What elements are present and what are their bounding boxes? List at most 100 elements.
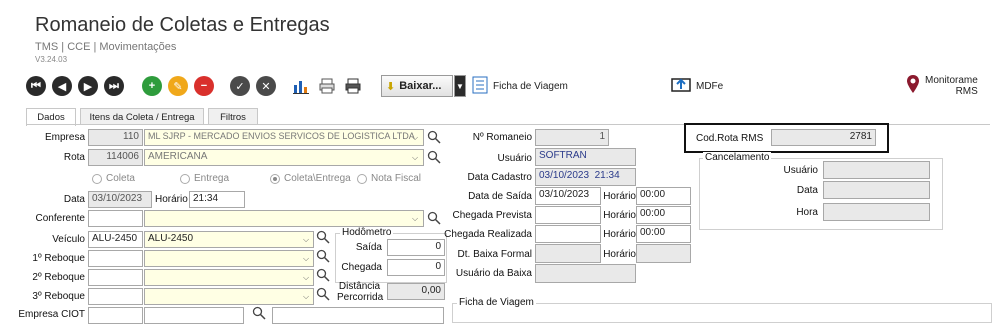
distancia-field[interactable]: 0,00: [387, 283, 445, 300]
radio-coleta[interactable]: Coleta: [92, 173, 135, 184]
reboque2-select[interactable]: [144, 269, 314, 286]
chevron-down-icon[interactable]: ⌵: [301, 235, 311, 245]
search-icon[interactable]: [252, 306, 266, 320]
edit-icon[interactable]: ✎: [168, 76, 188, 96]
rota-label: Rota: [63, 152, 85, 163]
reboque2-label: 2º Reboque: [32, 272, 85, 283]
chevron-down-icon[interactable]: ⌵: [301, 254, 311, 264]
reboque3-select[interactable]: [144, 288, 314, 305]
empresa-ciot-field[interactable]: [144, 307, 244, 324]
empresa-code-field[interactable]: 110: [88, 129, 143, 146]
chevron-down-icon[interactable]: ⌵: [410, 214, 420, 224]
reboque3-label: 3º Reboque: [32, 291, 85, 302]
usuario-baixa-field[interactable]: [535, 264, 636, 283]
add-icon[interactable]: +: [142, 76, 162, 96]
empresa-ciot-label: Empresa CIOT: [18, 309, 85, 320]
reboque1-label: 1º Reboque: [32, 253, 85, 264]
veiculo-label: Veículo: [52, 234, 85, 245]
veiculo-select[interactable]: ALU-2450: [144, 231, 314, 248]
radio-nota-fiscal[interactable]: Nota Fiscal: [357, 173, 421, 184]
empresa-label: Empresa: [44, 132, 85, 143]
empresa-name-select[interactable]: ML SJRP - MERCADO ENVIOS SERVICOS DE LOG…: [144, 129, 424, 146]
data-cadastro-label: Data Cadastro: [467, 172, 532, 183]
rota-code-field[interactable]: 114006: [88, 149, 143, 166]
baixar-button[interactable]: ⬇ Baixar...: [381, 75, 453, 97]
baixar-dropdown-arrow[interactable]: ▼: [454, 75, 466, 97]
horario-saida-field[interactable]: 00:00: [636, 187, 691, 205]
print-preview-icon[interactable]: [316, 76, 338, 96]
cancelamento-usuario-label: Usuário: [783, 165, 818, 176]
cancelamento-usuario-field[interactable]: [823, 161, 930, 179]
next-record-icon[interactable]: ▶: [78, 76, 98, 96]
conferente-select[interactable]: [144, 210, 424, 227]
chevron-down-icon[interactable]: ⌵: [410, 133, 420, 143]
download-icon: ⬇: [386, 80, 396, 93]
empresa-ciot-code-field[interactable]: [88, 307, 143, 324]
empresa-ciot-name-field[interactable]: [272, 307, 444, 324]
baixar-label: Baixar...: [399, 80, 442, 92]
breadcrumb: TMS | CCE | Movimentações: [35, 41, 177, 53]
delete-icon[interactable]: −: [194, 76, 214, 96]
cancelamento-data-field[interactable]: [823, 181, 930, 199]
search-icon[interactable]: [316, 249, 330, 263]
search-icon[interactable]: [427, 211, 441, 225]
veiculo-code-field[interactable]: ALU-2450: [88, 231, 143, 248]
search-icon[interactable]: [316, 268, 330, 282]
search-icon[interactable]: [427, 150, 441, 164]
confirm-icon[interactable]: ✓: [230, 76, 250, 96]
monitoramento-button[interactable]: Monitorame RMS: [906, 74, 978, 97]
mdfe-button[interactable]: MDFe: [671, 76, 723, 97]
ficha-viagem-button[interactable]: Ficha de Viagem: [472, 76, 568, 97]
romaneio-field[interactable]: 1: [535, 129, 609, 146]
horario-field[interactable]: 21:34: [189, 191, 245, 208]
monitoramento-label-line2: RMS: [955, 85, 978, 97]
first-record-icon[interactable]: ⏮: [26, 76, 46, 96]
chegada-prevista-field[interactable]: [535, 206, 601, 224]
data-label: Data: [63, 194, 85, 205]
horario-realizada-field[interactable]: 00:00: [636, 225, 691, 243]
cancelamento-data-label: Data: [796, 185, 818, 196]
tab-filtros[interactable]: Filtros: [208, 108, 258, 125]
reboque1-select[interactable]: [144, 250, 314, 267]
chegada-realizada-field[interactable]: [535, 225, 601, 243]
reboque1-code-field[interactable]: [88, 250, 143, 267]
rota-name-select[interactable]: AMERICANA: [144, 149, 424, 166]
chegada-label: Chegada: [341, 262, 382, 273]
radio-coleta-entrega[interactable]: Coleta\Entrega: [270, 173, 351, 184]
search-icon[interactable]: [316, 287, 330, 301]
horario-prevista-field[interactable]: 00:00: [636, 206, 691, 224]
chevron-down-icon[interactable]: ⌵: [410, 153, 420, 163]
ficha-viagem-label: Ficha de Viagem: [493, 81, 568, 92]
conferente-code-field[interactable]: [88, 210, 143, 227]
horario-baixa-field[interactable]: [636, 244, 691, 263]
dt-baixa-field[interactable]: [535, 244, 601, 263]
horario-label: Horário: [155, 194, 188, 205]
chegada-realizada-label: Chegada Realizada: [444, 229, 532, 240]
tab-itens[interactable]: Itens da Coleta / Entrega: [80, 108, 204, 125]
saida-field[interactable]: 0: [387, 239, 445, 256]
data-field[interactable]: 03/10/2023: [88, 191, 152, 208]
last-record-icon[interactable]: ⏭: [104, 76, 124, 96]
reboque3-code-field[interactable]: [88, 288, 143, 305]
cancel-icon[interactable]: ✕: [256, 76, 276, 96]
reboque2-code-field[interactable]: [88, 269, 143, 286]
previous-record-icon[interactable]: ◀: [52, 76, 72, 96]
horario-realizada-label: Horário: [603, 229, 636, 240]
usuario-label: Usuário: [497, 153, 532, 164]
chevron-down-icon[interactable]: ⌵: [301, 273, 311, 283]
cancelamento-hora-field[interactable]: [823, 203, 930, 221]
data-saida-label: Data de Saída: [468, 191, 532, 202]
data-saida-field[interactable]: 03/10/2023: [535, 187, 601, 205]
report-chart-icon[interactable]: [290, 76, 312, 96]
radio-entrega[interactable]: Entrega: [180, 173, 229, 184]
print-icon[interactable]: [342, 76, 364, 96]
usuario-field[interactable]: SOFTRAN: [535, 148, 636, 166]
search-icon[interactable]: [427, 130, 441, 144]
search-icon[interactable]: [316, 230, 330, 244]
cod-rota-field[interactable]: 2781: [771, 129, 876, 146]
chegada-field[interactable]: 0: [387, 259, 445, 276]
horario-baixa-label: Horário: [603, 249, 636, 260]
chevron-down-icon[interactable]: ⌵: [301, 292, 311, 302]
upload-monitor-icon: [671, 76, 691, 97]
data-cadastro-field[interactable]: 03/10/2023 21:34: [535, 168, 636, 186]
